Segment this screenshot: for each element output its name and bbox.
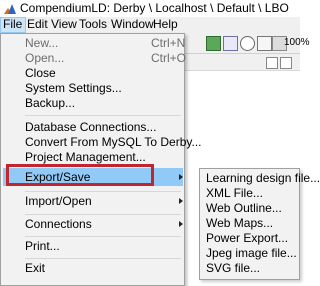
zoom-icon[interactable] xyxy=(240,36,255,51)
toolbar: 100% xyxy=(180,33,310,54)
submenu-arrow-icon xyxy=(179,198,183,204)
close-icon[interactable] xyxy=(280,57,292,69)
menu-help[interactable]: Help xyxy=(150,17,181,33)
submenu-item-svg-file[interactable]: SVG file... xyxy=(206,261,260,276)
menu-icon-column xyxy=(1,34,23,285)
window-title: CompendiumLD: Derby \ Localhost \ Defaul… xyxy=(20,1,289,15)
menu-item-print[interactable]: Print... xyxy=(25,237,60,255)
submenu-item-power-export[interactable]: Power Export... xyxy=(206,231,288,246)
menu-separator xyxy=(25,258,181,259)
export-save-submenu: Learning design file... XML File... Web … xyxy=(199,168,320,280)
submenu-item-learning-design-file[interactable]: Learning design file... xyxy=(206,171,320,186)
menu-item-import-open[interactable]: Import/Open xyxy=(25,192,92,210)
menu-item-backup[interactable]: Backup... xyxy=(25,94,75,112)
print-icon[interactable] xyxy=(223,36,238,51)
menu-file[interactable]: File xyxy=(0,17,26,33)
map-tab-bar xyxy=(180,54,300,71)
title-bar: CompendiumLD: Derby \ Localhost \ Defaul… xyxy=(0,0,300,16)
submenu-item-web-outline[interactable]: Web Outline... xyxy=(206,201,282,216)
menu-item-exit[interactable]: Exit xyxy=(25,259,45,277)
app-logo-icon xyxy=(4,2,16,14)
menu-separator xyxy=(25,115,181,116)
zoom-level[interactable]: 100% xyxy=(284,37,310,48)
minimize-icon[interactable] xyxy=(266,57,278,69)
file-menu: New... Ctrl+N Open... Ctrl+O Close Syste… xyxy=(0,33,202,286)
submenu-arrow-icon xyxy=(179,174,183,180)
pointer-tool-icon[interactable] xyxy=(257,36,272,51)
submenu-arrow-icon xyxy=(179,221,183,227)
menu-edit[interactable]: Edit xyxy=(24,17,51,33)
menu-item-connections[interactable]: Connections xyxy=(25,215,92,233)
submenu-item-web-maps[interactable]: Web Maps... xyxy=(206,216,273,231)
menu-tools[interactable]: Tools xyxy=(76,17,110,33)
annotation-highlight-box xyxy=(6,164,154,186)
submenu-item-jpeg-image-file[interactable]: Jpeg image file... xyxy=(206,246,297,261)
save-map-icon[interactable] xyxy=(206,36,221,51)
submenu-item-xml-file[interactable]: XML File... xyxy=(206,186,263,201)
menu-bar: File Edit View Tools Window Help xyxy=(0,17,300,33)
shortcut-open: Ctrl+O xyxy=(151,51,187,65)
